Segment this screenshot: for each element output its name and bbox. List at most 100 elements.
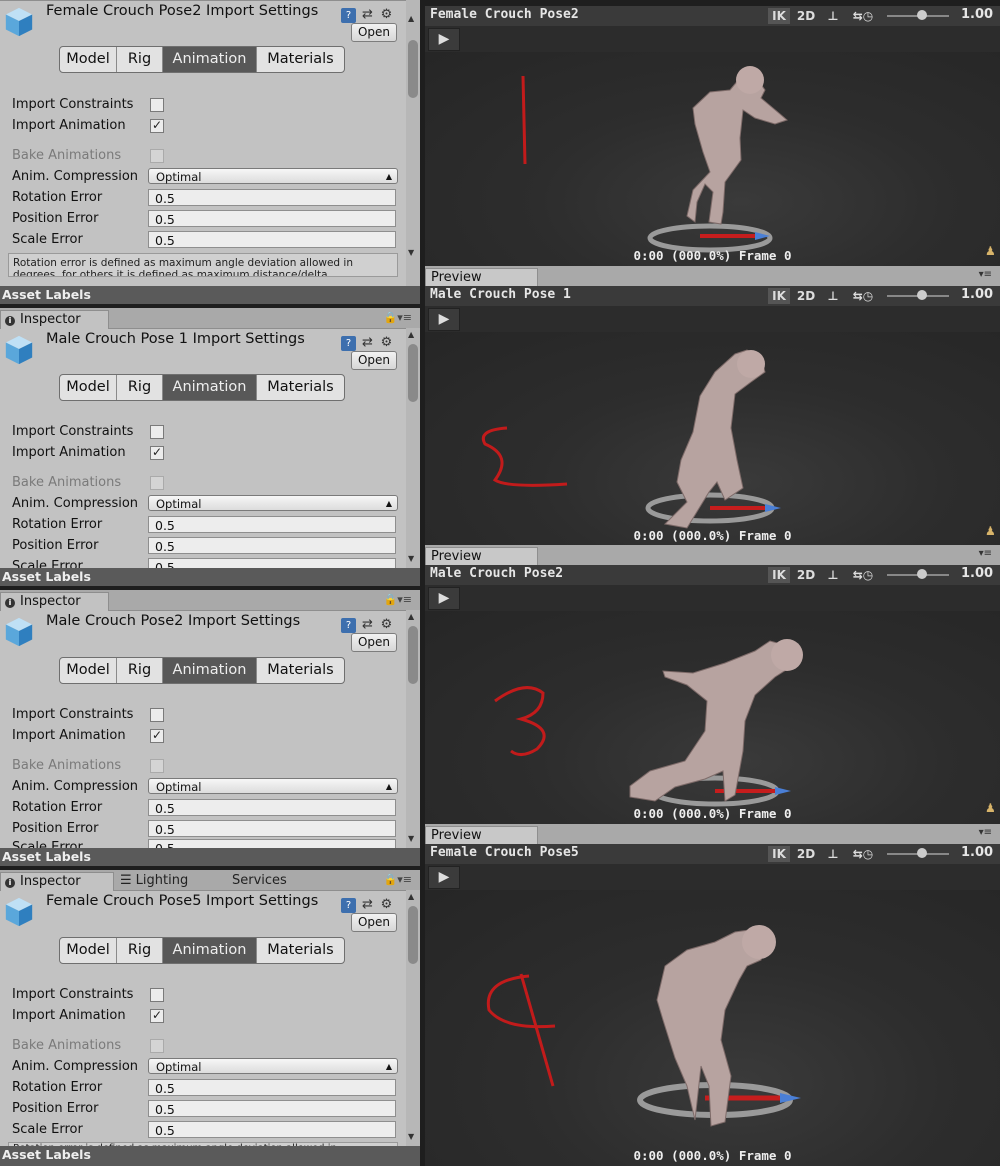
ik-toggle[interactable]: IK bbox=[768, 846, 790, 862]
pivot-axis-icon[interactable]: ⊥ bbox=[822, 846, 844, 862]
position-error-field[interactable]: 0.5 bbox=[148, 1100, 396, 1117]
play-button[interactable]: ▶ bbox=[428, 308, 460, 331]
pivot-axis-icon[interactable]: ⊥ bbox=[822, 567, 844, 583]
inspector-scrollbar[interactable]: ▲ ▼ bbox=[406, 890, 420, 1146]
speed-slider[interactable] bbox=[887, 290, 949, 300]
tab-model[interactable]: Model bbox=[60, 375, 117, 400]
tab-model[interactable]: Model bbox=[60, 47, 117, 72]
help-book-icon[interactable]: ? bbox=[341, 336, 356, 351]
speed-slider[interactable] bbox=[887, 848, 949, 858]
scroll-thumb[interactable] bbox=[408, 626, 418, 684]
help-book-icon[interactable]: ? bbox=[341, 898, 356, 913]
preset-icon[interactable]: ⇄ bbox=[360, 617, 375, 632]
preview-menu-icon[interactable]: ▾≡ bbox=[979, 827, 992, 838]
tab-materials[interactable]: Materials bbox=[257, 375, 344, 400]
import-constraints-checkbox[interactable] bbox=[150, 98, 164, 112]
tab-preview[interactable]: Preview bbox=[425, 826, 538, 844]
rotation-error-field[interactable]: 0.5 bbox=[148, 1079, 396, 1096]
tab-preview[interactable]: Preview bbox=[425, 268, 538, 286]
anim-compression-dropdown[interactable]: Optimal ▲ bbox=[148, 1058, 398, 1074]
rotation-error-field[interactable]: 0.5 bbox=[148, 189, 396, 206]
play-button[interactable]: ▶ bbox=[428, 28, 460, 51]
tab-rig[interactable]: Rig bbox=[117, 375, 163, 400]
open-button[interactable]: Open bbox=[351, 23, 397, 42]
preview-viewport[interactable]: 0:00 (000.0%) Frame 0 bbox=[425, 890, 1000, 1166]
ik-toggle[interactable]: IK bbox=[768, 567, 790, 583]
2d-toggle[interactable]: 2D bbox=[793, 846, 819, 862]
tab-model[interactable]: Model bbox=[60, 938, 117, 963]
speed-slider-knob[interactable] bbox=[917, 569, 927, 579]
lock-menu-icon[interactable]: 🔒▾≡ bbox=[384, 593, 412, 606]
2d-toggle[interactable]: 2D bbox=[793, 288, 819, 304]
scroll-up-icon[interactable]: ▲ bbox=[408, 330, 414, 339]
speed-slider-knob[interactable] bbox=[917, 10, 927, 20]
scroll-up-icon[interactable]: ▲ bbox=[408, 14, 414, 23]
tab-services[interactable]: Services bbox=[228, 872, 295, 890]
preview-menu-icon[interactable]: ▾≡ bbox=[979, 269, 992, 280]
settings-gear-icon[interactable]: ⚙ bbox=[379, 335, 394, 350]
anim-compression-dropdown[interactable]: Optimal ▲ bbox=[148, 495, 398, 511]
rotation-error-field[interactable]: 0.5 bbox=[148, 799, 396, 816]
pivot-axis-icon[interactable]: ⊥ bbox=[822, 8, 844, 24]
speed-slider[interactable] bbox=[887, 569, 949, 579]
play-button[interactable]: ▶ bbox=[428, 866, 460, 889]
open-button[interactable]: Open bbox=[351, 633, 397, 652]
tab-rig[interactable]: Rig bbox=[117, 47, 163, 72]
position-error-field[interactable]: 0.5 bbox=[148, 210, 396, 227]
open-button[interactable]: Open bbox=[351, 913, 397, 932]
preset-icon[interactable]: ⇄ bbox=[360, 7, 375, 22]
lock-menu-icon[interactable]: 🔒▾≡ bbox=[384, 311, 412, 324]
speed-slider-knob[interactable] bbox=[917, 848, 927, 858]
scroll-down-icon[interactable]: ▼ bbox=[408, 1132, 414, 1141]
import-animation-checkbox[interactable]: ✓ bbox=[150, 1009, 164, 1023]
scroll-up-icon[interactable]: ▲ bbox=[408, 892, 414, 901]
scale-error-field[interactable]: 0.5 bbox=[148, 1121, 396, 1138]
tab-materials[interactable]: Materials bbox=[257, 938, 344, 963]
settings-gear-icon[interactable]: ⚙ bbox=[379, 617, 394, 632]
pivot-axis-icon[interactable]: ⊥ bbox=[822, 288, 844, 304]
help-book-icon[interactable]: ? bbox=[341, 8, 356, 23]
tab-animation[interactable]: Animation bbox=[163, 375, 257, 400]
tab-inspector[interactable]: i Inspector bbox=[0, 872, 114, 891]
tab-model[interactable]: Model bbox=[60, 658, 117, 683]
play-button[interactable]: ▶ bbox=[428, 587, 460, 610]
inspector-scrollbar[interactable]: ▲ ▼ bbox=[406, 610, 420, 848]
inspector-scrollbar[interactable]: ▲ ▼ bbox=[406, 0, 420, 286]
tab-materials[interactable]: Materials bbox=[257, 658, 344, 683]
avatar-figure-icon[interactable]: ♟ bbox=[985, 524, 996, 538]
tab-preview[interactable]: Preview bbox=[425, 547, 538, 565]
lock-menu-icon[interactable]: 🔒▾≡ bbox=[384, 873, 412, 886]
avatar-figure-icon[interactable]: ♟ bbox=[985, 801, 996, 815]
scroll-thumb[interactable] bbox=[408, 906, 418, 964]
import-constraints-checkbox[interactable] bbox=[150, 988, 164, 1002]
import-animation-checkbox[interactable]: ✓ bbox=[150, 119, 164, 133]
anim-compression-dropdown[interactable]: Optimal ▲ bbox=[148, 168, 398, 184]
tab-animation[interactable]: Animation bbox=[163, 47, 257, 72]
import-constraints-checkbox[interactable] bbox=[150, 425, 164, 439]
preset-icon[interactable]: ⇄ bbox=[360, 335, 375, 350]
anim-compression-dropdown[interactable]: Optimal ▲ bbox=[148, 778, 398, 794]
2d-toggle[interactable]: 2D bbox=[793, 567, 819, 583]
preview-viewport[interactable]: 0:00 (000.0%) Frame 0 bbox=[425, 52, 1000, 266]
2d-toggle[interactable]: 2D bbox=[793, 8, 819, 24]
tab-rig[interactable]: Rig bbox=[117, 938, 163, 963]
tab-animation[interactable]: Animation bbox=[163, 658, 257, 683]
scroll-down-icon[interactable]: ▼ bbox=[408, 248, 414, 257]
tab-animation[interactable]: Animation bbox=[163, 938, 257, 963]
settings-gear-icon[interactable]: ⚙ bbox=[379, 897, 394, 912]
speed-slider[interactable] bbox=[887, 10, 949, 20]
avatar-figure-icon[interactable]: ♟ bbox=[985, 244, 996, 258]
import-constraints-checkbox[interactable] bbox=[150, 708, 164, 722]
help-book-icon[interactable]: ? bbox=[341, 618, 356, 633]
preview-viewport[interactable]: 0:00 (000.0%) Frame 0 bbox=[425, 332, 1000, 546]
asset-labels-bar[interactable]: Asset Labels bbox=[0, 1146, 420, 1166]
scale-error-field[interactable]: 0.5 bbox=[148, 231, 396, 248]
rotation-error-field[interactable]: 0.5 bbox=[148, 516, 396, 533]
scroll-up-icon[interactable]: ▲ bbox=[408, 612, 414, 621]
tab-materials[interactable]: Materials bbox=[257, 47, 344, 72]
scroll-thumb[interactable] bbox=[408, 40, 418, 98]
tab-rig[interactable]: Rig bbox=[117, 658, 163, 683]
import-animation-checkbox[interactable]: ✓ bbox=[150, 446, 164, 460]
preview-viewport[interactable]: 0:00 (000.0%) Frame 0 bbox=[425, 611, 1000, 825]
import-animation-checkbox[interactable]: ✓ bbox=[150, 729, 164, 743]
